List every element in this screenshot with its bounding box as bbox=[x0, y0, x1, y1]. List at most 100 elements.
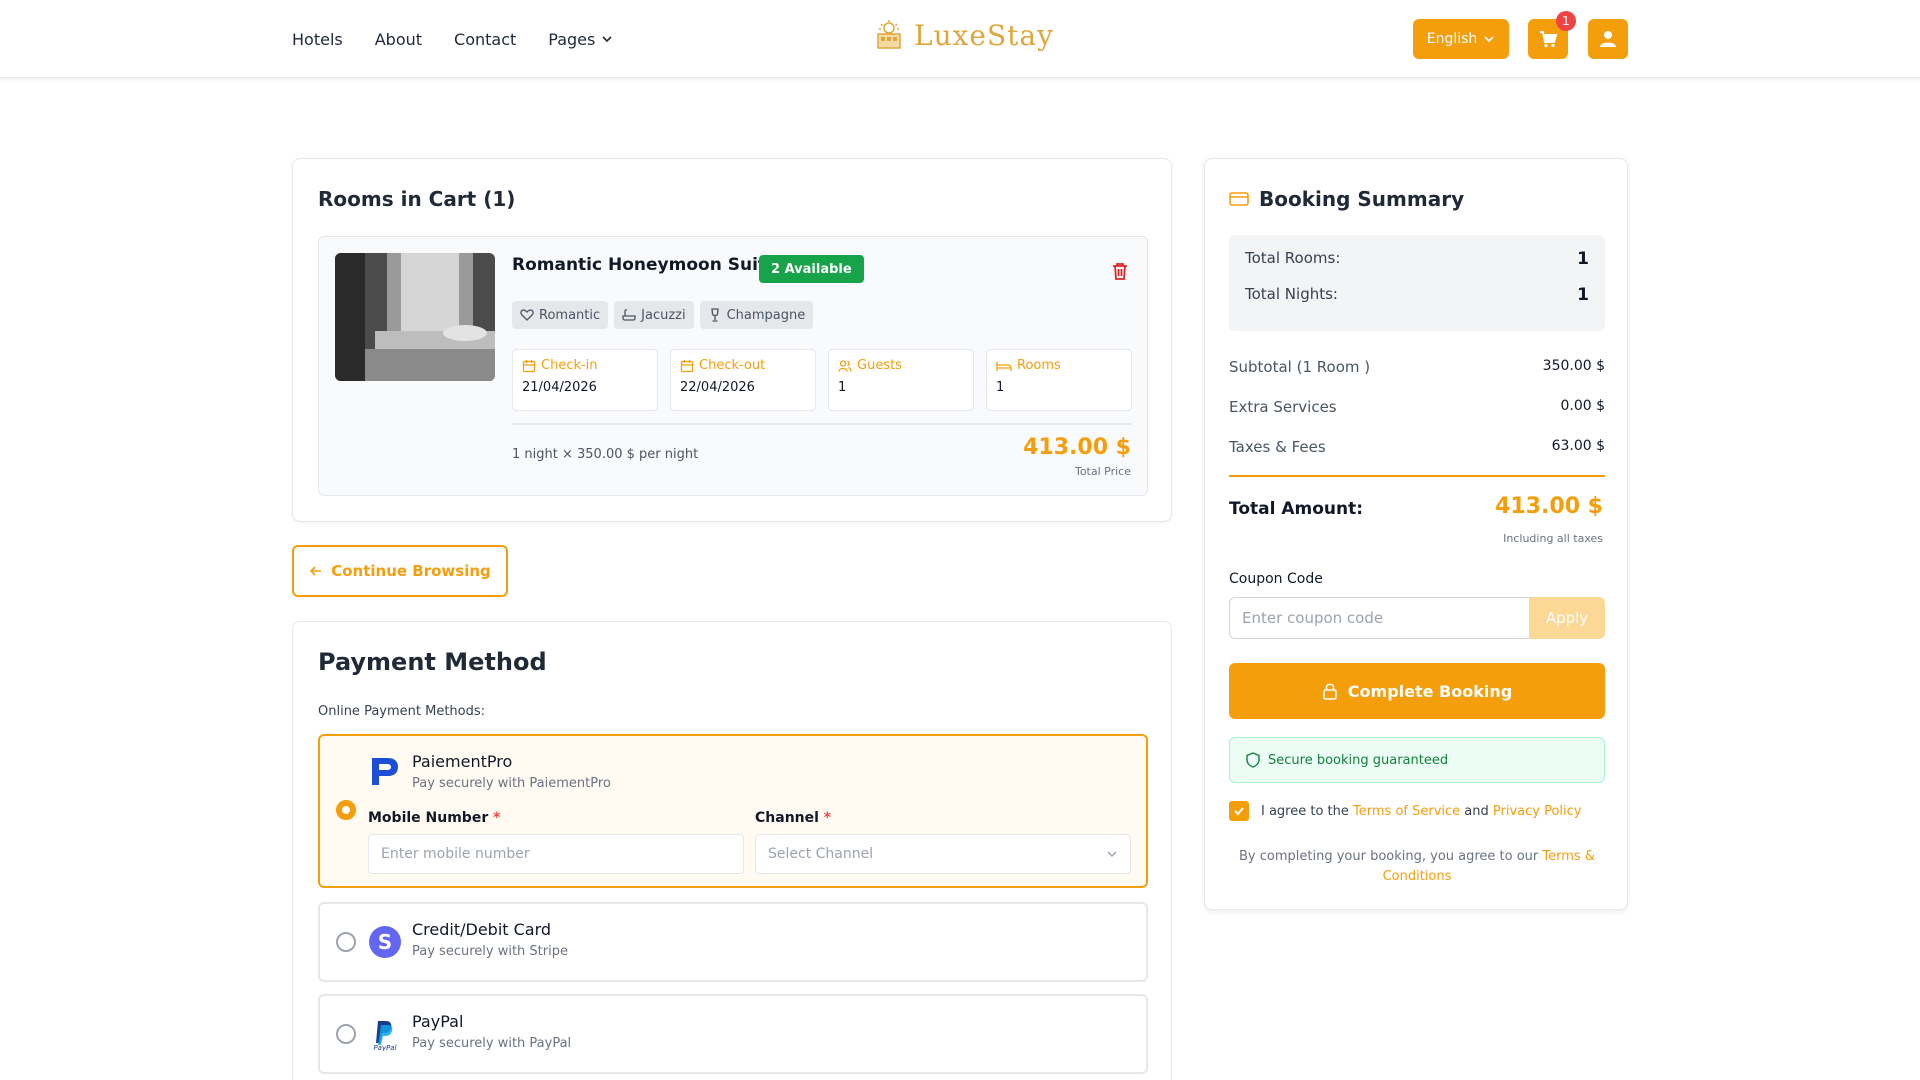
row-label: Total Nights: bbox=[1245, 285, 1338, 303]
checkout-box: Check-out 22/04/2026 bbox=[670, 349, 816, 411]
and-text: and bbox=[1464, 803, 1489, 819]
summary-counts: Total Rooms: 1 Total Nights: 1 bbox=[1229, 235, 1605, 331]
radio-paypal[interactable] bbox=[336, 1024, 356, 1044]
per-night-price: 1 night × 350.00 $ per night bbox=[512, 447, 699, 462]
payment-option-paypal[interactable]: PayPal PayPal Pay securely with PayPal bbox=[318, 994, 1148, 1074]
coupon-input[interactable]: Enter coupon code bbox=[1229, 597, 1529, 639]
row-value: 1 bbox=[1577, 249, 1589, 269]
required-mark: * bbox=[823, 810, 832, 826]
trash-icon bbox=[1113, 263, 1127, 280]
secure-label: Secure booking guaranteed bbox=[1268, 752, 1449, 768]
language-selector[interactable]: English bbox=[1413, 19, 1509, 59]
bed-icon bbox=[996, 361, 1012, 371]
terms-note: By completing your booking, you agree to… bbox=[1229, 847, 1605, 887]
agree-checkbox[interactable] bbox=[1229, 801, 1249, 821]
wine-glass-icon bbox=[710, 308, 719, 322]
guests-label: Guests bbox=[857, 358, 902, 373]
tag-label: Champagne bbox=[726, 307, 806, 323]
radio-card[interactable] bbox=[336, 932, 356, 952]
complete-label: Complete Booking bbox=[1347, 681, 1513, 701]
field-label-text: Mobile Number bbox=[368, 810, 489, 826]
bath-icon bbox=[622, 309, 636, 321]
nav-item-contact[interactable]: Contact bbox=[454, 30, 516, 49]
paypal-logo-icon: PayPal bbox=[368, 1017, 402, 1051]
divider bbox=[1229, 475, 1605, 477]
placeholder: Enter coupon code bbox=[1242, 609, 1384, 627]
tag-champagne: Champagne bbox=[699, 301, 814, 329]
nav-item-hotels[interactable]: Hotels bbox=[292, 30, 343, 49]
rooms-count: 1 bbox=[996, 380, 1005, 395]
bedroom-photo bbox=[335, 253, 495, 381]
complete-booking-button[interactable]: Complete Booking bbox=[1229, 663, 1605, 719]
total-amount-label: Total Amount: bbox=[1229, 499, 1364, 519]
total-amount-value: 413.00 $ bbox=[1495, 494, 1603, 519]
payment-option-paiementpro[interactable]: PaiementPro Pay securely with PaiementPr… bbox=[318, 734, 1148, 888]
tag-label: Romantic bbox=[539, 307, 601, 323]
terms-of-service-link[interactable]: Terms of Service bbox=[1353, 804, 1460, 819]
rooms-label: Rooms bbox=[1017, 358, 1061, 373]
calendar-icon bbox=[680, 359, 694, 372]
heart-icon bbox=[520, 309, 534, 321]
room-image bbox=[335, 253, 495, 381]
secure-booking-notice: Secure booking guaranteed bbox=[1229, 737, 1605, 783]
privacy-policy-link[interactable]: Privacy Policy bbox=[1493, 804, 1582, 819]
booking-summary: Booking Summary Total Rooms: 1 Total Nigh… bbox=[1204, 158, 1628, 910]
cart-count-badge: 1 bbox=[1556, 11, 1576, 31]
agree-text: I agree to the Terms of Service and Priv… bbox=[1261, 804, 1582, 819]
availability-badge: 2 Available bbox=[759, 255, 864, 283]
note-text: By completing your booking, you agree to… bbox=[1239, 849, 1539, 864]
nav-label: Contact bbox=[454, 29, 517, 49]
placeholder: Enter mobile number bbox=[381, 846, 530, 862]
room-total-price: 413.00 $ bbox=[1023, 435, 1131, 460]
row-label: Subtotal (1 Room ) bbox=[1229, 358, 1371, 376]
method-name: PayPal bbox=[412, 1012, 464, 1031]
channel-label: Channel * bbox=[755, 810, 831, 826]
radio-paiementpro[interactable] bbox=[336, 800, 356, 820]
method-description: Pay securely with Stripe bbox=[412, 944, 568, 959]
user-account-button[interactable] bbox=[1588, 19, 1628, 59]
svg-text:S: S bbox=[378, 930, 392, 954]
room-name: Romantic Honeymoon Suite bbox=[512, 255, 778, 275]
arrow-left-icon bbox=[310, 566, 322, 576]
payment-option-card[interactable]: S Credit/Debit Card Pay securely with St… bbox=[318, 902, 1148, 982]
user-icon bbox=[1600, 31, 1616, 47]
continue-label: Continue Browsing bbox=[331, 562, 491, 580]
rooms-box: Rooms 1 bbox=[986, 349, 1132, 411]
row-label: Taxes & Fees bbox=[1229, 438, 1326, 456]
total-price-label: Total Price bbox=[1074, 465, 1131, 478]
subtotal-row: Subtotal (1 Room ) 350.00 $ bbox=[1229, 358, 1605, 376]
nav-item-pages[interactable]: Pages bbox=[548, 30, 613, 49]
row-value: 350.00 $ bbox=[1542, 358, 1605, 374]
tag-romantic: Romantic bbox=[512, 301, 609, 329]
payment-section: Payment Method Online Payment Methods: P… bbox=[292, 621, 1172, 1080]
remove-room-button[interactable] bbox=[1111, 261, 1129, 285]
chevron-down-icon bbox=[1107, 851, 1117, 857]
lock-icon bbox=[1322, 683, 1337, 700]
nav-item-about[interactable]: About bbox=[375, 30, 422, 49]
check-icon bbox=[1234, 807, 1244, 816]
method-description: Pay securely with PayPal bbox=[412, 1036, 572, 1051]
checkout-date: 22/04/2026 bbox=[680, 380, 755, 395]
row-label: Extra Services bbox=[1229, 398, 1337, 416]
guests-count: 1 bbox=[838, 380, 847, 395]
method-description: Pay securely with PaiementPro bbox=[412, 776, 611, 791]
users-icon bbox=[838, 359, 852, 372]
nav-label: Pages bbox=[548, 29, 596, 49]
channel-select[interactable]: Select Channel bbox=[755, 834, 1131, 874]
nav-label: Hotels bbox=[292, 29, 343, 49]
required-mark: * bbox=[493, 810, 501, 826]
mobile-number-input[interactable]: Enter mobile number bbox=[368, 834, 744, 874]
top-header: Hotels About Contact Pages LuxeStay Engl… bbox=[0, 0, 1920, 78]
checkin-box: Check-in 21/04/2026 bbox=[512, 349, 658, 411]
apply-coupon-button[interactable]: Apply bbox=[1529, 597, 1605, 639]
guests-box: Guests 1 bbox=[828, 349, 974, 411]
brand-logo[interactable]: LuxeStay bbox=[872, 18, 1054, 52]
hotel-logo-icon bbox=[877, 20, 901, 49]
field-label-text: Channel bbox=[755, 810, 819, 826]
cart-button[interactable]: 1 bbox=[1528, 11, 1576, 59]
room-tags: Romantic Jacuzzi Champagne bbox=[512, 301, 814, 329]
cart-section: Rooms in Cart (1) Romantic Honeymoon Sui… bbox=[292, 158, 1172, 522]
continue-browsing-button[interactable]: Continue Browsing bbox=[292, 545, 508, 597]
summary-title: Booking Summary bbox=[1229, 187, 1464, 211]
terms-agreement: I agree to the Terms of Service and Priv… bbox=[1229, 801, 1582, 821]
